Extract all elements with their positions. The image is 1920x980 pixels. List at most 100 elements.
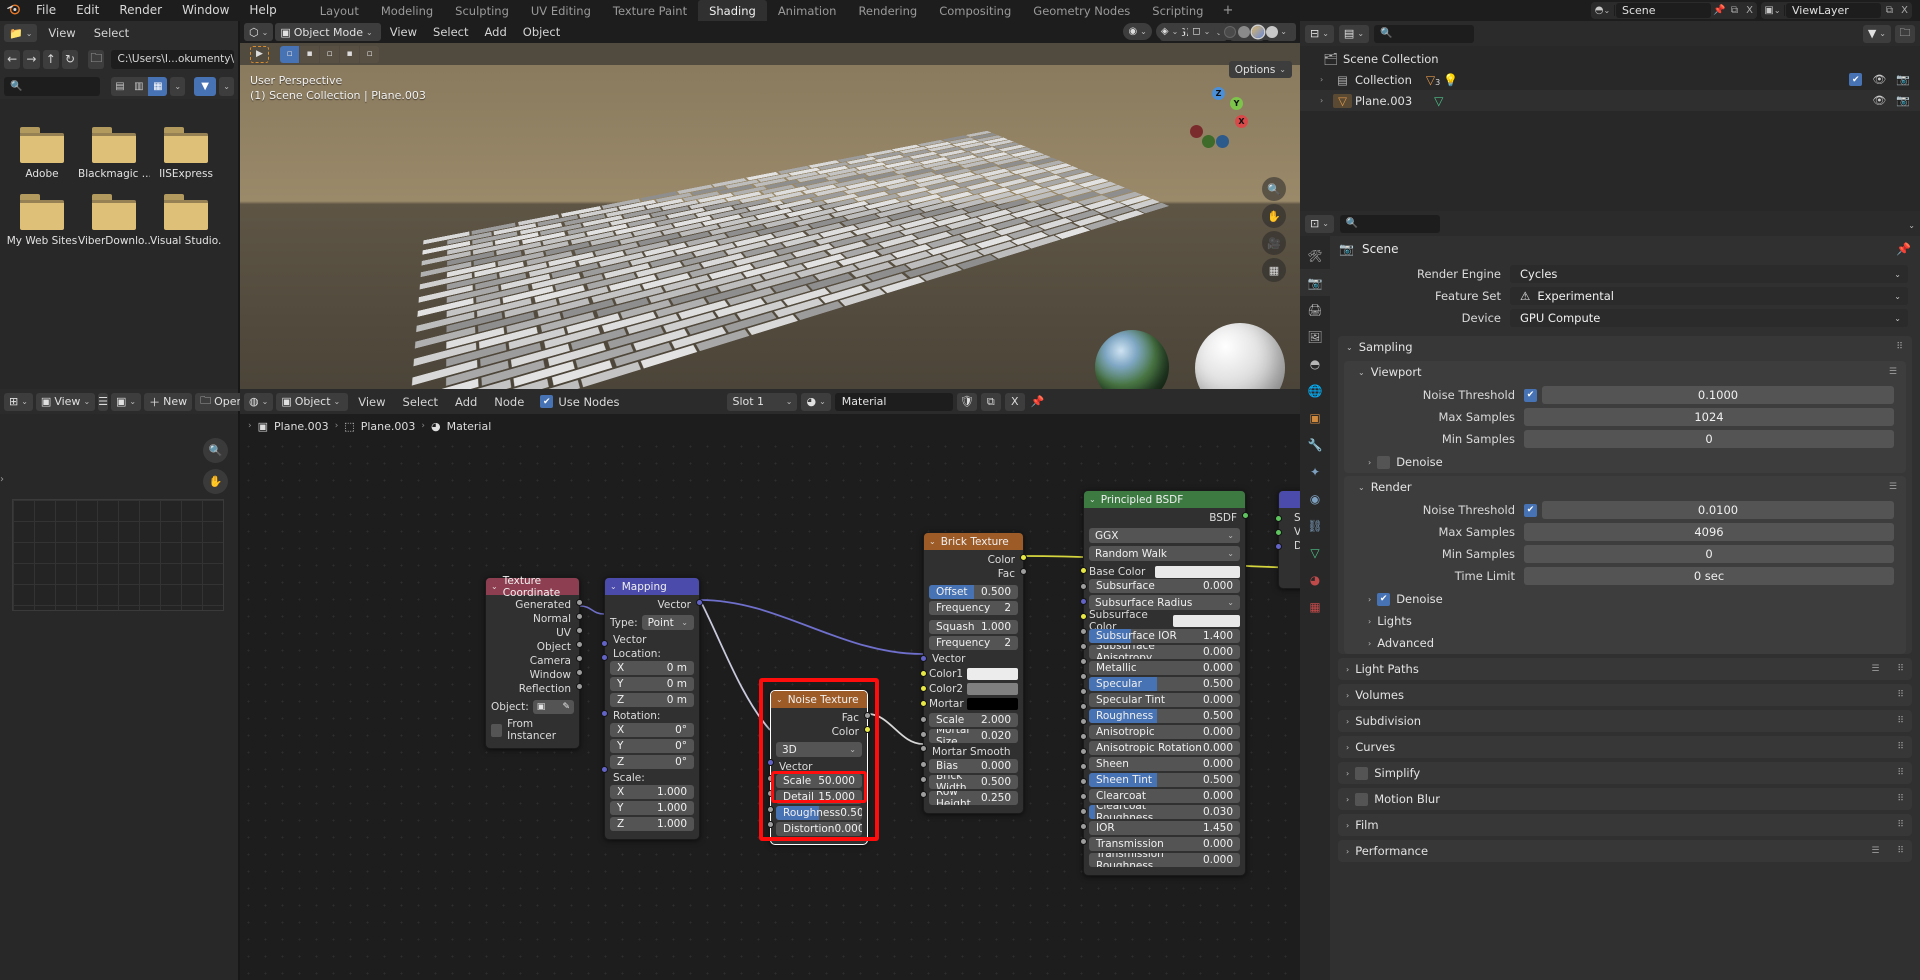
display-mode-thumbnail-button[interactable]: ▦ bbox=[148, 77, 167, 96]
close-icon[interactable]: X bbox=[1742, 5, 1757, 16]
workspace-tab-scripting[interactable]: Scripting bbox=[1141, 0, 1214, 21]
preset-menu-icon[interactable]: ☰ bbox=[1871, 664, 1879, 674]
socket-specular-in[interactable] bbox=[1080, 673, 1087, 680]
noise-distortion-field[interactable]: Distortion 0.000 bbox=[776, 822, 862, 836]
tab-constraints[interactable]: ⛓ bbox=[1300, 512, 1330, 539]
properties-editor-type-button[interactable]: ⊡⌄ bbox=[1305, 215, 1334, 233]
subsurface-field[interactable]: Subsurface 0.000 bbox=[1089, 579, 1240, 593]
socket-transmission-roughness-in[interactable] bbox=[1080, 838, 1087, 845]
tab-tool[interactable]: 🛠 bbox=[1300, 242, 1330, 269]
panel-curves[interactable]: › Curves ⠿ bbox=[1338, 736, 1912, 758]
expand-chevron-icon[interactable]: › bbox=[1320, 75, 1333, 84]
menu-render[interactable]: Render bbox=[109, 0, 172, 21]
grid-icon[interactable]: ▦ bbox=[1262, 258, 1286, 282]
close-icon[interactable]: X bbox=[1005, 393, 1025, 411]
xray-toggle[interactable]: ◻⌄ bbox=[1187, 23, 1215, 40]
socket-subsurface-anisotropy-in[interactable] bbox=[1080, 643, 1087, 650]
display-mode-detail-button[interactable]: ▥ bbox=[129, 77, 148, 96]
node-input-surface[interactable]: Surface bbox=[1284, 511, 1300, 525]
expand-chevron-icon[interactable]: › bbox=[1368, 458, 1371, 467]
brick-width-field[interactable]: Brick Width 0.500 bbox=[929, 775, 1018, 789]
ior-field[interactable]: IOR 1.450 bbox=[1089, 821, 1240, 835]
collapse-chevron-icon[interactable]: ⌄ bbox=[1358, 368, 1365, 377]
collapse-chevron-icon[interactable]: ⌄ bbox=[929, 537, 936, 546]
expand-chevron-icon[interactable]: › bbox=[1346, 717, 1349, 726]
socket-object[interactable] bbox=[576, 641, 583, 648]
from-instancer-checkbox[interactable] bbox=[491, 724, 502, 737]
panel-subdivision[interactable]: › Subdivision ⠿ bbox=[1338, 710, 1912, 732]
new-image-button[interactable]: ＋ New bbox=[144, 393, 192, 411]
brick-squash-field[interactable]: Squash 1.000 bbox=[929, 620, 1018, 634]
drag-handle-icon[interactable]: ⠿ bbox=[1896, 342, 1904, 352]
mapping-type-dropdown[interactable]: Point⌄ bbox=[642, 615, 694, 630]
clearcoat-field[interactable]: Clearcoat 0.000 bbox=[1089, 789, 1240, 803]
workspace-tab-modeling[interactable]: Modeling bbox=[370, 0, 444, 21]
tab-view-layer[interactable]: 🖼 bbox=[1300, 323, 1330, 350]
socket-surface-in[interactable] bbox=[1275, 515, 1282, 522]
drag-handle-icon[interactable]: ⠿ bbox=[1897, 846, 1904, 856]
panel-motion-blur[interactable]: › Motion Blur ⠿ bbox=[1338, 788, 1912, 810]
material-name-input[interactable]: Material bbox=[835, 393, 953, 411]
filter-icon[interactable]: ▼⌄ bbox=[1863, 25, 1891, 43]
specular-tint-field[interactable]: Specular Tint 0.000 bbox=[1089, 693, 1240, 707]
node-input-vector[interactable]: Vector bbox=[929, 652, 1018, 666]
object-mode-dropdown[interactable]: ▣ Object Mode ⌄ bbox=[275, 23, 380, 41]
pan-icon[interactable]: ✋ bbox=[1262, 204, 1286, 228]
expand-chevron-icon[interactable]: › bbox=[1368, 639, 1371, 648]
node-output-normal[interactable]: Normal bbox=[491, 612, 574, 626]
noise-dimension-dropdown[interactable]: 3D⌄ bbox=[776, 742, 862, 757]
socket-color1-in[interactable] bbox=[920, 670, 927, 677]
socket-mortar-smooth-in[interactable] bbox=[920, 745, 927, 752]
brick-bias-field[interactable]: Bias 0.000 bbox=[929, 759, 1018, 773]
socket-window[interactable] bbox=[576, 669, 583, 676]
properties-options-chevron-icon[interactable]: ⌄ bbox=[1908, 221, 1915, 230]
scene-icon[interactable]: ◓⌄ bbox=[1591, 5, 1615, 16]
brick-mortar-swatch[interactable] bbox=[967, 698, 1018, 710]
socket-roughness-in[interactable] bbox=[1080, 703, 1087, 710]
base-color-swatch[interactable] bbox=[1155, 566, 1240, 578]
search-input[interactable]: 🔍 bbox=[4, 77, 100, 96]
tab-material[interactable]: ◕ bbox=[1300, 566, 1330, 593]
menu-edit[interactable]: Edit bbox=[66, 0, 109, 21]
tab-data[interactable]: ▽ bbox=[1300, 539, 1330, 566]
node-input-volume[interactable]: Volume bbox=[1284, 525, 1300, 539]
shading-wireframe-icon[interactable] bbox=[1224, 26, 1236, 38]
file-browser-view-menu[interactable]: View bbox=[41, 24, 82, 42]
image-browse-button[interactable]: ▣⌄ bbox=[111, 393, 141, 411]
scene-selector[interactable]: ◓⌄ Scene 📌 ⧉ X bbox=[1591, 2, 1757, 19]
socket-subsurface-in[interactable] bbox=[1080, 583, 1087, 590]
preset-menu-icon[interactable]: ☰ bbox=[1889, 482, 1898, 492]
socket-metallic-in[interactable] bbox=[1080, 658, 1087, 665]
device-dropdown[interactable]: GPU Compute⌄ bbox=[1510, 309, 1908, 327]
brick-offset-field[interactable]: Offset 0.500 bbox=[929, 585, 1018, 599]
noise-roughness-field[interactable]: Roughness 0.500 bbox=[776, 806, 862, 820]
gizmo-axis-y-neg[interactable] bbox=[1202, 135, 1215, 148]
render-noise-threshold-checkbox[interactable]: ✔ bbox=[1524, 504, 1537, 517]
file-browser-editor-type-button[interactable]: 📁⌄ bbox=[4, 24, 37, 42]
shader-view-menu[interactable]: View bbox=[351, 393, 392, 411]
metallic-field[interactable]: Metallic 0.000 bbox=[1089, 661, 1240, 675]
advanced-subpanel-header[interactable]: › Advanced bbox=[1344, 632, 1906, 654]
tab-output[interactable]: 🖨 bbox=[1300, 296, 1330, 323]
socket-uv[interactable] bbox=[576, 627, 583, 634]
eye-icon[interactable]: 👁 bbox=[1872, 73, 1886, 86]
gizmo-toggle[interactable]: ◉⌄ bbox=[1123, 23, 1151, 40]
motion-blur-checkbox[interactable] bbox=[1355, 793, 1368, 806]
brick-color1-swatch[interactable] bbox=[967, 668, 1018, 680]
tab-modifier[interactable]: 🔧 bbox=[1300, 431, 1330, 458]
feature-set-dropdown[interactable]: ⚠ Experimental⌄ bbox=[1510, 287, 1908, 305]
node-output-generated[interactable]: Generated bbox=[491, 598, 574, 612]
render-min-samples-value[interactable]: 0 bbox=[1524, 545, 1894, 563]
scale-x-field[interactable]: X1.000 bbox=[610, 785, 694, 799]
transmission-field[interactable]: Transmission 0.000 bbox=[1089, 837, 1240, 851]
lights-subpanel-header[interactable]: › Lights bbox=[1344, 610, 1906, 632]
viewport-max-samples-value[interactable]: 1024 bbox=[1524, 408, 1894, 426]
node-canvas[interactable]: ⌄ Texture Coordinate Generated Normal UV… bbox=[240, 438, 1300, 980]
workspace-tab-uv-editing[interactable]: UV Editing bbox=[520, 0, 602, 21]
sheen-field[interactable]: Sheen 0.000 bbox=[1089, 757, 1240, 771]
viewport-canvas[interactable]: User Perspective (1) Scene Collection | … bbox=[240, 65, 1300, 389]
transmission-roughness-field[interactable]: Transmission Roughness 0.000 bbox=[1089, 853, 1240, 867]
drag-handle-icon[interactable]: ⠿ bbox=[1897, 768, 1904, 778]
node-mapping[interactable]: ⌄ Mapping Vector Type: Point⌄ Vector Loc… bbox=[604, 577, 700, 840]
node-output-color[interactable]: Color bbox=[929, 553, 1018, 567]
